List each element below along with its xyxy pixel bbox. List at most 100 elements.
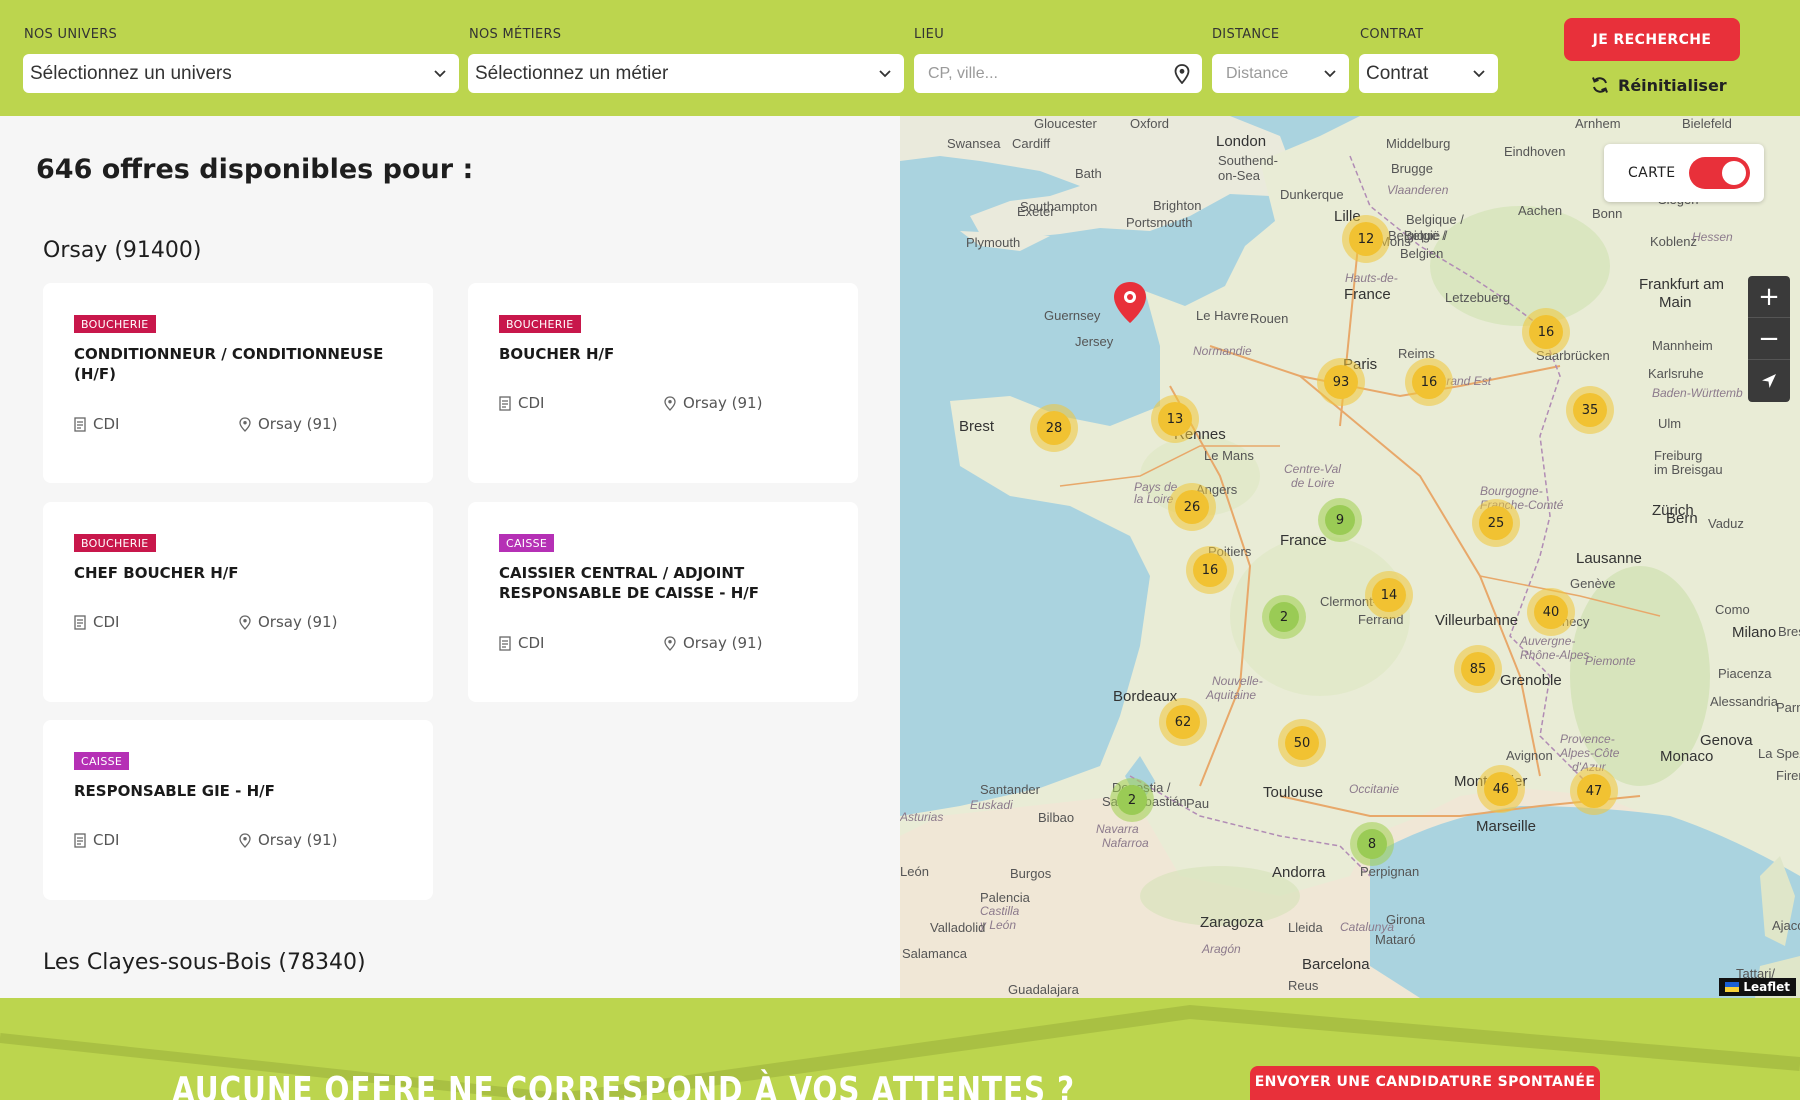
map-place-label: Bielefeld <box>1682 116 1732 131</box>
map-cluster-marker[interactable]: 8 <box>1350 822 1394 866</box>
map-place-label: Occitanie <box>1349 782 1400 796</box>
map-place-label: Belgique / <box>1406 212 1464 227</box>
map-cluster-marker[interactable]: 26 <box>1168 483 1216 531</box>
category-badge: CAISSE <box>499 534 555 552</box>
spontaneous-application-button[interactable]: ENVOYER UNE CANDIDATURE SPONTANÉE <box>1250 1066 1600 1100</box>
map-cluster-marker[interactable]: 35 <box>1566 386 1614 434</box>
document-icon <box>499 635 511 651</box>
job-card[interactable]: CAISSE RESPONSABLE GIE - H/F CDI Orsay (… <box>43 720 433 900</box>
map-place-label: Le Mans <box>1204 448 1254 463</box>
location-pin-icon <box>664 395 676 411</box>
map-cluster-marker[interactable]: 40 <box>1527 588 1575 636</box>
metier-select[interactable]: Sélectionnez un métier <box>468 54 904 93</box>
zoom-in-button[interactable]: + <box>1748 276 1790 318</box>
map-place-label: Vaduz <box>1708 516 1744 531</box>
map-attribution[interactable]: Leaflet <box>1719 978 1796 996</box>
job-title[interactable]: BOUCHER H/F <box>499 344 829 364</box>
map-cluster-marker[interactable]: 28 <box>1030 404 1078 452</box>
map-cluster-marker[interactable]: 25 <box>1472 499 1520 547</box>
map-cluster-marker[interactable]: 2 <box>1262 595 1306 639</box>
job-title[interactable]: CHEF BOUCHER H/F <box>74 563 404 583</box>
map[interactable]: Gloucester Oxford Cardiff London Swansea Sout… <box>900 116 1800 998</box>
job-title[interactable]: CONDITIONNEUR / CONDITIONNEUSE (H/F) <box>74 344 404 384</box>
map-cluster-marker[interactable]: 62 <box>1159 698 1207 746</box>
map-place-label: Gloucester <box>1034 116 1097 131</box>
map-place-label: Pau <box>1186 796 1210 811</box>
map-place-label: Swansea <box>947 136 1001 151</box>
map-place-label: Salamanca <box>902 946 968 961</box>
map-place-label: Girona <box>1386 912 1426 927</box>
map-place-label: im Breisgau <box>1654 462 1723 477</box>
document-icon <box>74 416 86 432</box>
distance-label: DISTANCE <box>1212 27 1280 42</box>
map-place-label: Grenoble <box>1500 672 1562 689</box>
map-place-label: Vlaanderen <box>1387 183 1449 197</box>
job-card[interactable]: BOUCHERIE CHEF BOUCHER H/F CDI Orsay (91… <box>43 502 433 702</box>
map-place-label: Genova <box>1700 732 1753 749</box>
location-pin-icon <box>239 832 251 848</box>
map-place-label: Aragón <box>1202 942 1241 956</box>
map-place-label: Hauts-de- <box>1345 271 1398 285</box>
locate-button[interactable] <box>1748 360 1790 402</box>
map-cluster-marker[interactable]: 16 <box>1186 546 1234 594</box>
job-location: Orsay (91) <box>239 415 337 433</box>
job-card[interactable]: CAISSE CAISSIER CENTRAL / ADJOINT RESPON… <box>468 502 858 702</box>
map-toggle-switch[interactable] <box>1689 157 1750 189</box>
map-cluster-marker[interactable]: 13 <box>1151 395 1199 443</box>
map-place-label: Zaragoza <box>1200 914 1264 931</box>
distance-select[interactable]: Distance <box>1212 54 1349 93</box>
search-button[interactable]: JE RECHERCHE <box>1564 18 1740 61</box>
map-cluster-marker[interactable]: 2 <box>1110 778 1154 822</box>
job-card[interactable]: BOUCHERIE CONDITIONNEUR / CONDITIONNEUSE… <box>43 283 433 483</box>
map-place-label: Reus <box>1288 978 1319 993</box>
lieu-input[interactable]: CP, ville... <box>914 54 1202 93</box>
map-place-label: Navarra <box>1096 822 1139 836</box>
cluster-count: 85 <box>1461 652 1495 686</box>
cluster-count: 9 <box>1325 505 1355 535</box>
map-place-label: Aachen <box>1518 203 1563 218</box>
cluster-count: 16 <box>1412 365 1446 399</box>
contrat-select[interactable]: Contrat <box>1359 54 1498 93</box>
map-place-label: León <box>900 864 929 879</box>
reset-button[interactable]: Réinitialiser <box>1590 73 1727 97</box>
location-pin-icon[interactable] <box>1174 63 1190 84</box>
cluster-count: 2 <box>1269 602 1299 632</box>
map-place-label: Letzebuerg <box>1445 290 1511 305</box>
filter-bar: NOS UNIVERS Sélectionnez un univers NOS … <box>0 0 1800 116</box>
cluster-count: 25 <box>1479 506 1513 540</box>
map-cluster-marker[interactable]: 50 <box>1278 719 1326 767</box>
cluster-count: 16 <box>1529 315 1563 349</box>
map-cluster-marker[interactable]: 85 <box>1454 645 1502 693</box>
zoom-control: + − <box>1748 276 1790 402</box>
chevron-down-icon <box>1324 69 1336 77</box>
map-place-label: Frankfurt am <box>1639 276 1725 293</box>
map-place-label: Main <box>1659 294 1692 311</box>
job-title[interactable]: CAISSIER CENTRAL / ADJOINT RESPONSABLE D… <box>499 563 829 603</box>
map-place-label: Oxford <box>1130 116 1170 131</box>
map-toggle[interactable]: CARTE <box>1604 144 1764 202</box>
map-place-label: Villeurbanne <box>1435 612 1519 629</box>
job-card[interactable]: BOUCHERIE BOUCHER H/F CDI Orsay (91) <box>468 283 858 483</box>
map-place-label: Ulm <box>1658 416 1682 431</box>
job-location: Orsay (91) <box>664 634 762 652</box>
map-cluster-marker[interactable]: 12 <box>1342 215 1390 263</box>
map-place-label: Andorra <box>1272 864 1326 881</box>
map-place-label: Alessandria <box>1710 694 1778 709</box>
map-place-label: Santander <box>980 782 1040 797</box>
map-place-label: Guadalajara <box>1008 982 1079 997</box>
map-place-label: on-Sea <box>1218 168 1260 183</box>
contract-type: CDI <box>74 415 119 433</box>
map-cluster-marker[interactable]: 16 <box>1405 358 1453 406</box>
map-cluster-marker[interactable]: 93 <box>1317 358 1365 406</box>
map-place-label: Plymouth <box>966 235 1021 250</box>
zoom-out-button[interactable]: − <box>1748 318 1790 360</box>
map-cluster-marker[interactable]: 16 <box>1522 308 1570 356</box>
univers-select[interactable]: Sélectionnez un univers <box>23 54 459 93</box>
job-title[interactable]: RESPONSABLE GIE - H/F <box>74 781 404 801</box>
map-cluster-marker[interactable]: 9 <box>1318 498 1362 542</box>
map-cluster-marker[interactable]: 47 <box>1570 767 1618 815</box>
map-cluster-marker[interactable]: 46 <box>1477 765 1525 813</box>
map-place-label: Parma <box>1776 700 1800 715</box>
map-place-label: Avignon <box>1506 748 1553 763</box>
map-cluster-marker[interactable]: 14 <box>1365 571 1413 619</box>
